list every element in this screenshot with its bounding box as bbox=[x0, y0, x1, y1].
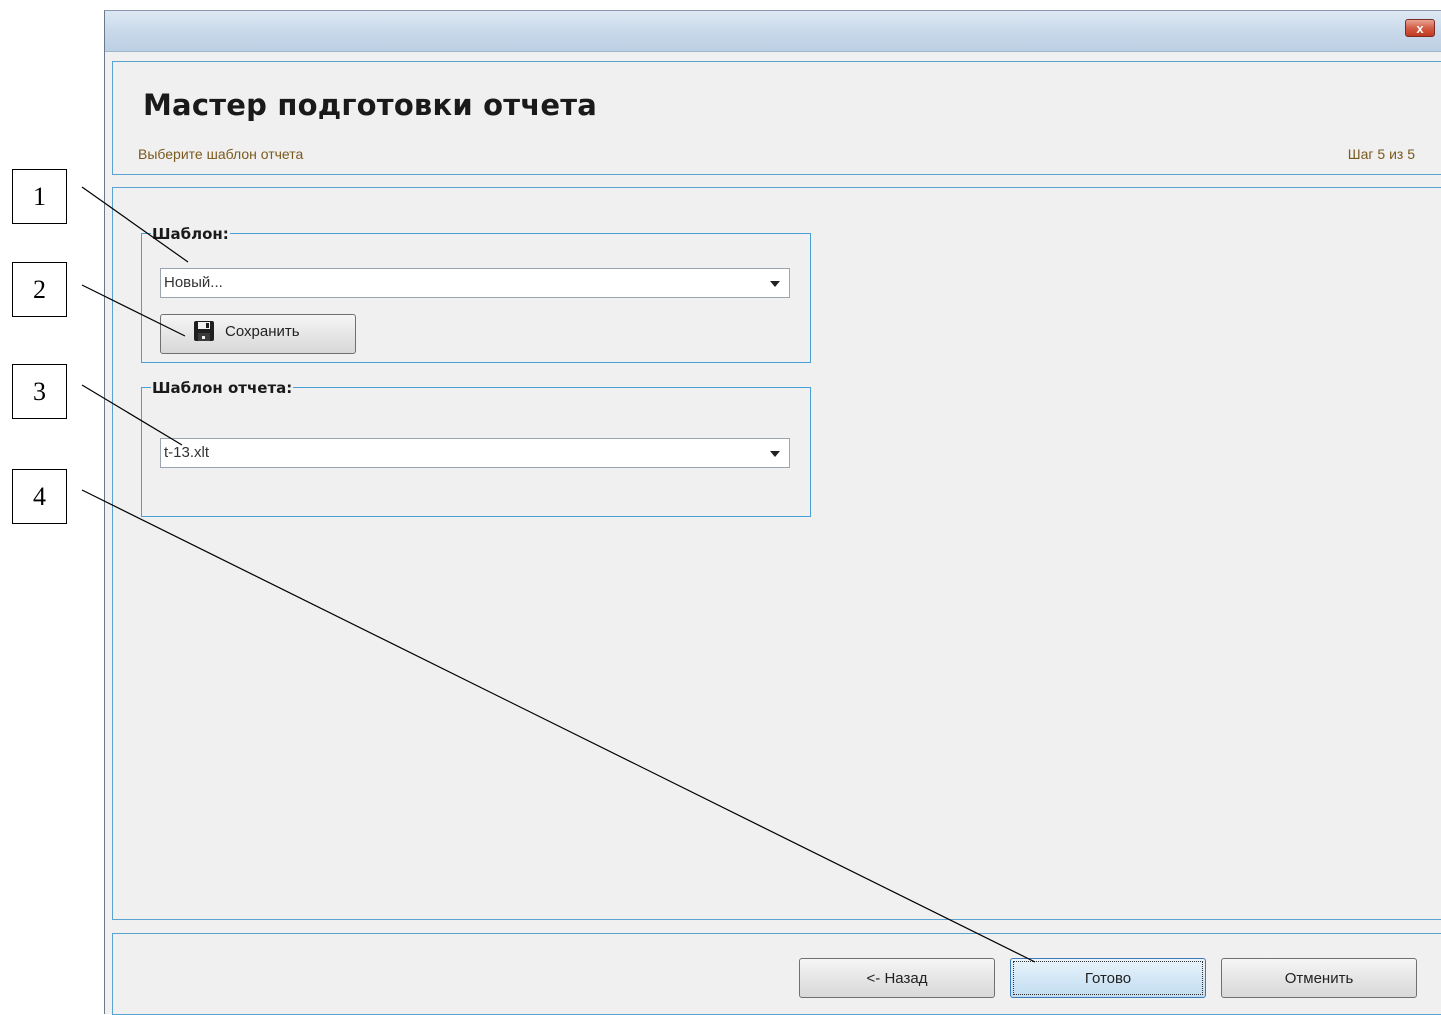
leader-line-2 bbox=[81, 284, 186, 337]
leader-line-1 bbox=[81, 186, 189, 263]
leader-line-4 bbox=[81, 489, 1036, 963]
leader-lines bbox=[81, 186, 1036, 963]
leader-line-3 bbox=[81, 384, 183, 446]
